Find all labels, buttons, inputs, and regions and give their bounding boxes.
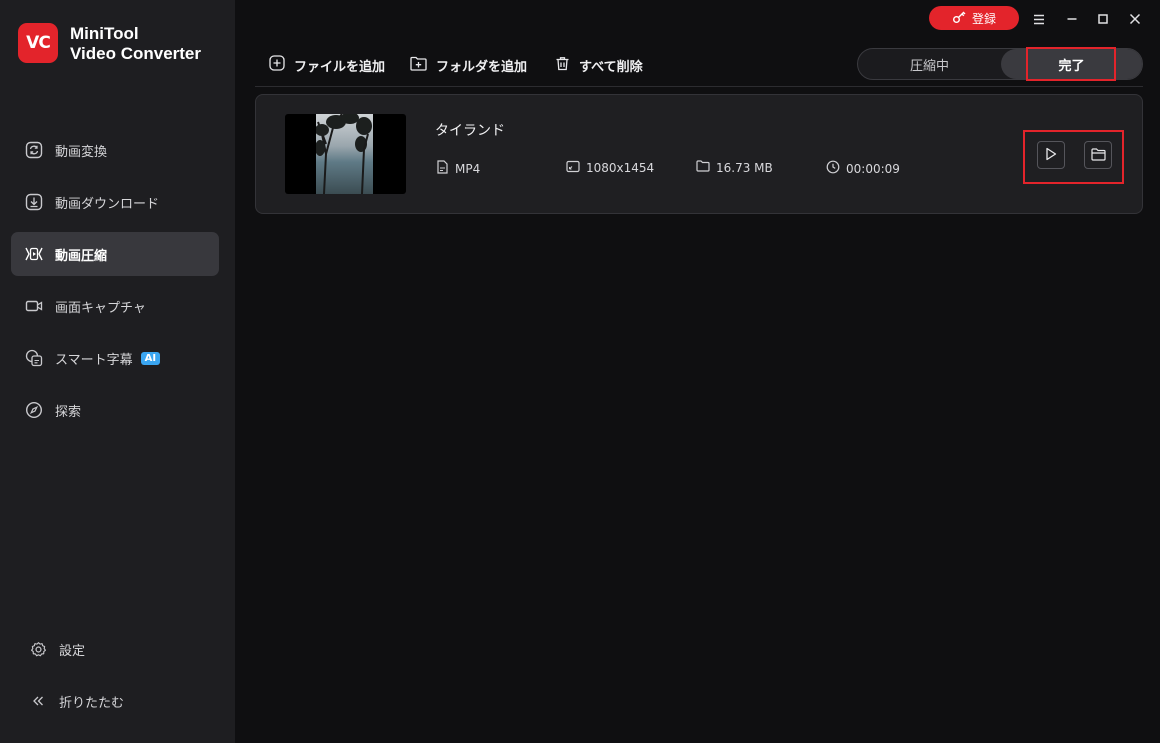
ai-badge: AI [140, 351, 161, 365]
resolution-icon [566, 160, 580, 176]
compress-icon [24, 244, 44, 264]
main-panel: 登録 ファイルを追加 フォルダを追加 すべて削除 圧縮中 完了 タイランド MP… [235, 0, 1160, 743]
clock-icon [826, 160, 840, 177]
thumbnail-image [315, 114, 373, 194]
collapse-label: 折りたたむ [59, 695, 125, 711]
plus-circle-icon [269, 55, 285, 75]
add-file-label: ファイルを追加 [294, 59, 386, 75]
toolbar-divider [255, 86, 1143, 87]
add-file-button[interactable]: ファイルを追加 [269, 55, 386, 75]
compass-icon [24, 400, 44, 420]
sidebar-item-explore[interactable]: 探索 [11, 388, 219, 432]
app-name-line2: Video Converter [70, 44, 202, 63]
sidebar-item-video-compress[interactable]: 動画圧縮 [11, 232, 219, 276]
download-icon [24, 192, 44, 212]
sidebar-item-screen-capture[interactable]: 画面キャプチャ [11, 284, 219, 328]
format-info: MP4 [436, 160, 480, 177]
highlight-actions [1023, 130, 1124, 184]
camera-icon [24, 296, 44, 316]
file-name: タイランド [435, 123, 505, 139]
register-label: 登録 [971, 11, 996, 26]
folder-plus-icon [410, 56, 427, 75]
add-folder-label: フォルダを追加 [436, 59, 528, 75]
file-card: タイランド MP4 1080x1454 16.73 MB 00:00:09 [255, 94, 1143, 214]
file-resolution: 1080x1454 [586, 161, 655, 175]
sidebar-item-label: 画面キャプチャ [55, 300, 146, 316]
close-icon[interactable] [1126, 10, 1144, 28]
file-format-icon [436, 160, 449, 177]
file-size: 16.73 MB [716, 160, 773, 175]
trash-icon [555, 56, 570, 75]
duration-info: 00:00:09 [826, 160, 900, 177]
gear-icon [28, 639, 48, 659]
delete-all-label: すべて削除 [579, 59, 643, 75]
sidebar-item-smart-subtitle[interactable]: スマート字幕 AI [11, 336, 219, 380]
folder-icon [696, 160, 710, 175]
sidebar-item-label: 動画ダウンロード [55, 196, 160, 212]
sidebar-item-label: スマート字幕 [55, 352, 133, 368]
menu-icon[interactable] [1030, 10, 1048, 28]
sidebar-item-video-convert[interactable]: 動画変換 [11, 128, 219, 172]
maximize-icon[interactable] [1094, 10, 1112, 28]
logo-mark: VC [26, 33, 51, 53]
delete-all-button[interactable]: すべて削除 [555, 56, 643, 75]
app-name-line1: MiniTool [70, 24, 139, 43]
register-button[interactable]: 登録 [929, 6, 1019, 30]
file-format: MP4 [455, 161, 481, 176]
convert-icon [24, 140, 44, 160]
file-duration: 00:00:09 [846, 161, 900, 176]
size-info: 16.73 MB [696, 160, 773, 175]
double-chevron-left-icon [28, 691, 48, 711]
sidebar-item-label: 動画変換 [55, 144, 108, 160]
minimize-icon[interactable] [1063, 10, 1081, 28]
tab-compressing[interactable]: 圧縮中 [858, 49, 1001, 79]
key-icon [952, 10, 966, 27]
subtitle-icon [24, 348, 44, 368]
sidebar-item-video-download[interactable]: 動画ダウンロード [11, 180, 219, 224]
add-folder-button[interactable]: フォルダを追加 [410, 56, 528, 75]
sidebar: VC MiniTool Video Converter 動画変換 動画ダウンロー… [0, 0, 235, 743]
sidebar-item-label: 探索 [55, 404, 82, 420]
video-thumbnail[interactable] [285, 114, 406, 194]
collapse-button[interactable]: 折りたたむ [11, 679, 219, 723]
resolution-info: 1080x1454 [566, 160, 654, 176]
highlight-done-tab [1026, 47, 1116, 81]
app-logo: VC [18, 23, 58, 63]
settings-button[interactable]: 設定 [11, 627, 219, 671]
app-name: MiniTool Video Converter [70, 24, 201, 64]
sidebar-item-label: 動画圧縮 [55, 248, 108, 264]
settings-label: 設定 [59, 643, 86, 659]
